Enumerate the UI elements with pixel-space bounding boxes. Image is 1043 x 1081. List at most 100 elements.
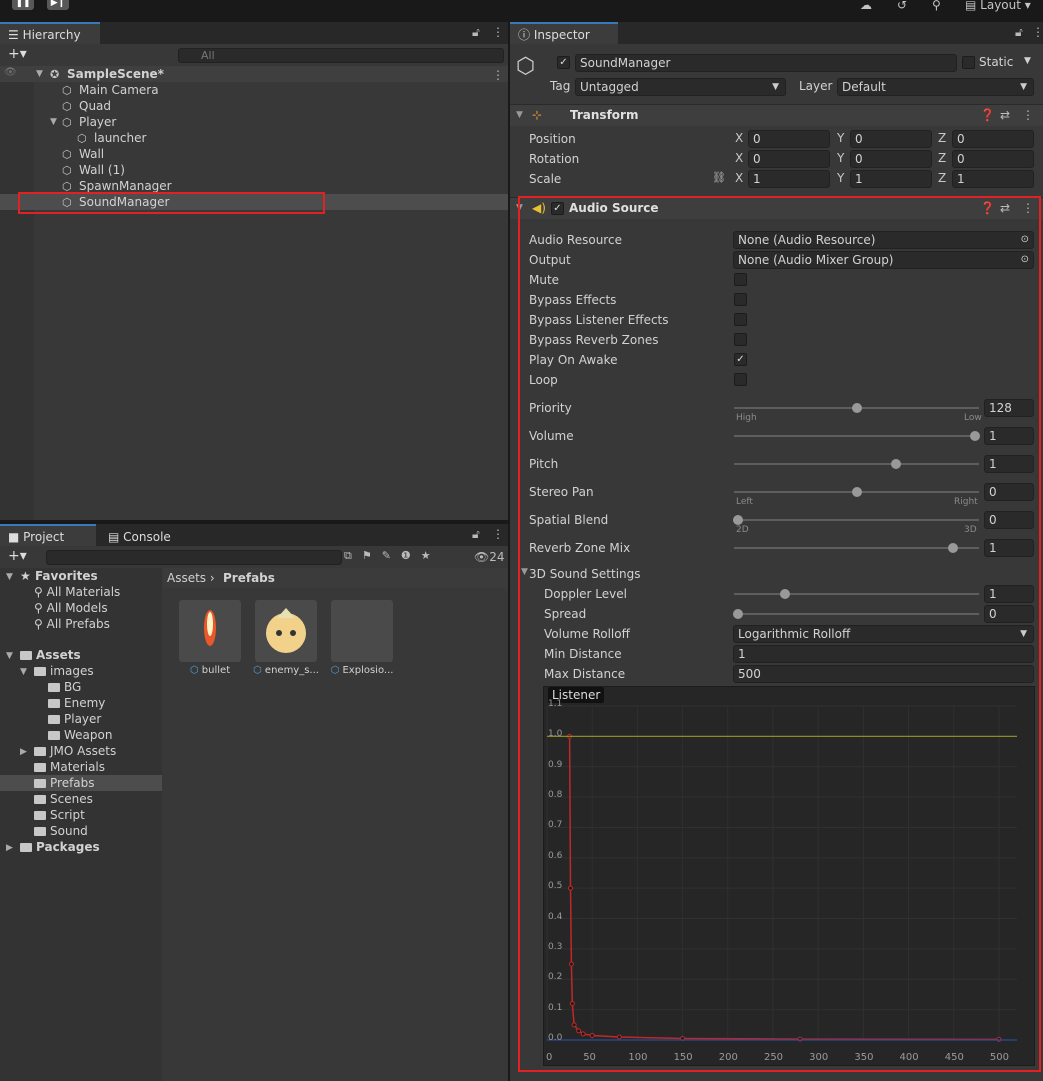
help-icon[interactable]: ❓ — [980, 108, 995, 122]
folder-bg[interactable]: BG — [48, 679, 81, 695]
object-name-field[interactable]: SoundManager — [575, 54, 957, 72]
images-fold-arrow[interactable]: ▼ — [20, 667, 27, 677]
favorite-all-models[interactable]: ⚲ All Models — [34, 600, 108, 616]
scale-z-field[interactable]: 1 — [952, 170, 1034, 188]
hierarchy-item-player[interactable]: ⬡ Player — [62, 114, 116, 130]
create-button[interactable]: +▾ — [8, 548, 27, 564]
axis-x-label[interactable]: X — [735, 171, 743, 185]
create-button[interactable]: +▾ — [8, 46, 27, 62]
filter-icons[interactable]: ⧉⚑✎❶★ — [344, 549, 441, 563]
history-icon[interactable]: ↺ — [897, 0, 907, 12]
folder-enemy[interactable]: Enemy — [48, 695, 105, 711]
folder-label: Prefabs — [50, 776, 95, 790]
axis-y-label[interactable]: Y — [837, 151, 844, 165]
scene-fold-arrow[interactable]: ▼ — [36, 69, 43, 79]
folder-jmo-assets[interactable]: JMO Assets — [34, 743, 116, 759]
jmo-fold-arrow[interactable]: ▶ — [20, 747, 27, 757]
folder-weapon[interactable]: Weapon — [48, 727, 112, 743]
asset-enemy-thumb[interactable] — [255, 600, 317, 662]
more-icon[interactable]: ⋮ — [492, 25, 504, 39]
hierarchy-item-label: Main Camera — [79, 83, 159, 97]
favorites-label: Favorites — [34, 569, 98, 583]
prefab-icon: ⬡ — [253, 665, 262, 676]
hierarchy-item-main-camera[interactable]: ⬡ Main Camera — [62, 82, 159, 98]
breadcrumb-assets[interactable]: Assets › — [167, 570, 215, 586]
search-icon[interactable]: ⚲ — [932, 0, 941, 12]
folder-materials[interactable]: Materials — [34, 759, 105, 775]
project-search-input[interactable] — [46, 550, 342, 565]
hierarchy-item-wall[interactable]: ⬡ Wall — [62, 146, 104, 162]
scene-menu-icon[interactable]: ⋮ — [492, 68, 504, 82]
hierarchy-item-quad[interactable]: ⬡ Quad — [62, 98, 111, 114]
active-checkbox[interactable]: ✓ — [557, 56, 570, 69]
favorite-all-materials[interactable]: ⚲ All Materials — [34, 584, 120, 600]
more-icon[interactable]: ⋮ — [492, 527, 504, 541]
folder-prefabs[interactable]: Prefabs — [34, 775, 95, 791]
rotation-x-field[interactable]: 0 — [748, 150, 830, 168]
folder-label: images — [50, 664, 94, 678]
player-fold-arrow[interactable]: ▼ — [50, 117, 57, 127]
presets-icon[interactable]: ⇄ — [1000, 108, 1010, 122]
axis-y-label[interactable]: Y — [837, 171, 844, 185]
tab-inspector[interactable]: ⓘ Inspector — [510, 22, 618, 44]
more-icon[interactable]: ⋮ — [1032, 25, 1043, 39]
rotation-z-field[interactable]: 0 — [952, 150, 1034, 168]
favorites-fold-arrow[interactable]: ▼ — [6, 572, 13, 582]
axis-x-label[interactable]: X — [735, 131, 743, 145]
assets-fold-arrow[interactable]: ▼ — [6, 651, 13, 661]
lock-icon[interactable]: 🔓︎ — [1015, 25, 1023, 40]
asset-label-explosion[interactable]: ⬡ Explosio... — [324, 665, 400, 676]
hierarchy-item-wall-1[interactable]: ⬡ Wall (1) — [62, 162, 125, 178]
folder-label: Player — [64, 712, 102, 726]
lock-icon[interactable]: 🔓︎ — [472, 527, 480, 542]
packages-root[interactable]: Packages — [20, 839, 100, 855]
fold-arrow[interactable]: ▼ — [516, 110, 523, 120]
asset-explosion-thumb[interactable] — [331, 600, 393, 662]
scale-x-field[interactable]: 1 — [748, 170, 830, 188]
folder-scenes[interactable]: Scenes — [34, 791, 93, 807]
asset-bullet-thumb[interactable] — [179, 600, 241, 662]
static-checkbox[interactable] — [962, 56, 975, 69]
hierarchy-search-input[interactable]: All — [178, 48, 504, 63]
tab-console[interactable]: ▤ Console — [100, 524, 200, 546]
favorite-all-prefabs[interactable]: ⚲ All Prefabs — [34, 616, 110, 632]
position-x-field[interactable]: 0 — [748, 130, 830, 148]
pause-button[interactable]: ❚❚ — [12, 0, 34, 10]
folder-images[interactable]: images — [34, 663, 94, 679]
folder-script[interactable]: Script — [34, 807, 85, 823]
rotation-y-field[interactable]: 0 — [850, 150, 932, 168]
link-icon[interactable]: ⛓ — [712, 171, 726, 184]
scene-name[interactable]: ✪ SampleScene* — [50, 66, 164, 82]
packages-fold-arrow[interactable]: ▶ — [6, 843, 13, 853]
axis-y-label[interactable]: Y — [837, 131, 844, 145]
hidden-count-badge[interactable]: 👁︎24 — [474, 550, 505, 564]
breadcrumb-prefabs[interactable]: Prefabs — [223, 570, 275, 586]
axis-z-label[interactable]: Z — [938, 151, 946, 165]
favorites-header[interactable]: ★ Favorites — [20, 568, 98, 584]
layout-dropdown[interactable]: ▤ Layout ▾ — [965, 0, 1031, 12]
static-dropdown[interactable]: ▼ — [1024, 56, 1031, 66]
transform-header[interactable]: ▼ ⊹ Transform ❓ ⇄ ⋮ — [510, 104, 1043, 126]
scale-y-field[interactable]: 1 — [850, 170, 932, 188]
position-y-field[interactable]: 0 — [850, 130, 932, 148]
tab-hierarchy[interactable]: ☰ Hierarchy — [0, 22, 100, 44]
axis-z-label[interactable]: Z — [938, 171, 946, 185]
asset-label-enemy[interactable]: ⬡ enemy_s... — [248, 665, 324, 676]
step-button[interactable]: ▶❙ — [47, 0, 69, 10]
tag-dropdown[interactable]: Untagged ▼ — [575, 78, 786, 96]
component-menu-icon[interactable]: ⋮ — [1022, 108, 1034, 122]
cloud-icon[interactable]: ☁ — [860, 0, 872, 12]
axis-x-label[interactable]: X — [735, 151, 743, 165]
asset-label-bullet[interactable]: ⬡ bullet — [172, 665, 248, 676]
folder-player[interactable]: Player — [48, 711, 101, 727]
tab-project[interactable]: ■ Project — [0, 524, 96, 546]
hierarchy-item-launcher[interactable]: ⬡ launcher — [77, 130, 146, 146]
gameobject-icon[interactable]: ⬡ — [516, 54, 535, 79]
lock-icon[interactable]: 🔓︎ — [472, 25, 480, 40]
layer-dropdown[interactable]: Default ▼ — [837, 78, 1034, 96]
axis-z-label[interactable]: Z — [938, 131, 946, 145]
folder-sound[interactable]: Sound — [34, 823, 88, 839]
assets-root[interactable]: Assets — [20, 647, 81, 663]
position-z-field[interactable]: 0 — [952, 130, 1034, 148]
visibility-icon[interactable]: 👁︎ — [4, 67, 17, 78]
